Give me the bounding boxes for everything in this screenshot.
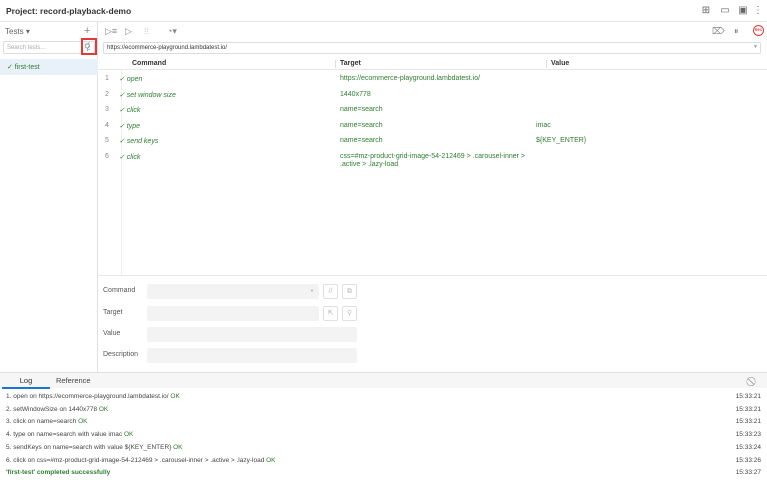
disable-breakpoints-icon[interactable]: ⌦ [712, 26, 725, 37]
log-entry: 1. open on https://ecommerce-playground.… [6, 393, 761, 405]
log-text: 2. setWindowSize on 1440x778 [6, 405, 99, 413]
row-number: 2 [105, 90, 109, 98]
log-status: OK [170, 393, 180, 400]
log-tabs: Log Reference ⃠ [0, 372, 767, 389]
base-url-input[interactable]: https://ecommerce-playground.lambdatest.… [103, 42, 761, 54]
row-number: 4 [105, 121, 109, 129]
log-time: 15:33:24 [735, 443, 761, 451]
row-target: name=search [340, 106, 383, 114]
row-target: css=#mz-product-grid-image-54-212469 > .… [340, 153, 526, 168]
log-status: OK [123, 431, 134, 439]
tests-sidebar: Tests ▾ + Search tests... ⚲ ✓ first-test [0, 22, 98, 372]
row-command: ✓ send keys [119, 138, 159, 146]
log-status: OK [78, 418, 88, 426]
add-test-button[interactable]: + [84, 25, 90, 37]
description-label: Description [103, 351, 139, 358]
target-input[interactable] [147, 306, 319, 321]
row-command: ✓ type [119, 122, 141, 130]
column-target: Target [340, 60, 361, 67]
row-number: 6 [105, 153, 109, 160]
log-time: 15:33:27 [735, 469, 761, 476]
log-status: OK [266, 456, 276, 464]
log-entry: 2. setWindowSize on 1440x778 OK 15:33:21 [6, 406, 761, 418]
command-input[interactable]: ▼ [147, 284, 319, 299]
log-text: 4. type on name=search with value imac [6, 431, 124, 439]
row-command: ✓ click [119, 107, 141, 115]
row-target: name=search [340, 121, 383, 129]
save-project-icon[interactable]: ▣ [737, 5, 749, 17]
table-row[interactable]: 2 ✓ set window size 1440x778 [98, 89, 767, 104]
tests-dropdown[interactable]: Tests ▾ [5, 27, 30, 36]
open-project-icon[interactable]: ▭ [719, 5, 731, 17]
log-text: 6. click on css=#mz-product-grid-image-5… [6, 456, 267, 464]
table-header: Command Target Value [98, 57, 767, 70]
more-options-icon[interactable]: ⋮ [752, 5, 764, 17]
chevron-down-icon[interactable]: ▼ [753, 44, 758, 50]
command-label: Command [103, 287, 136, 294]
row-value: ${KEY_ENTER} [536, 137, 587, 145]
row-number: 5 [105, 137, 109, 145]
find-target-button[interactable]: ⚲ [342, 306, 357, 321]
column-divider[interactable] [546, 60, 547, 68]
pause-icon[interactable]: ⏸ [734, 26, 739, 37]
run-test-icon[interactable]: ▷ [125, 26, 132, 37]
table-row[interactable]: 6 ✓ click css=#mz-product-grid-image-54-21… [98, 151, 767, 168]
table-row[interactable]: 1 ✓ open https://ecommerce-playground.lamb… [98, 73, 767, 88]
description-input[interactable] [147, 348, 357, 363]
toolbar: ▷≡ ▷ ⁞⁞ ◔▾ ⌦ ⏸ REC [98, 22, 767, 40]
column-value: Value [551, 60, 570, 67]
log-time: 15:33:21 [735, 418, 761, 426]
row-target: name=search [340, 137, 383, 145]
toggle-comment-button[interactable]: // [323, 284, 338, 299]
log-time: 15:33:21 [735, 405, 761, 413]
test-item-first-test[interactable]: ✓ first-test [0, 59, 98, 75]
log-time: 15:33:23 [735, 431, 761, 439]
select-target-button[interactable]: ⇱ [323, 306, 338, 321]
row-number: 3 [105, 106, 109, 114]
log-text: 3. click on name=search [6, 418, 79, 426]
command-editor: Command ▼ // ⧉ Target ⇱ ⚲ Value Descript… [98, 275, 767, 372]
log-time: 15:33:21 [735, 393, 761, 400]
step-icon[interactable]: ⁞⁞ [144, 26, 149, 36]
open-reference-button[interactable]: ⧉ [342, 284, 357, 299]
log-entry: 4. type on name=search with value imac O… [6, 431, 761, 443]
row-number: 1 [105, 75, 109, 82]
log-text: 1. open on https://ecommerce-playground.… [6, 393, 171, 400]
tab-log[interactable]: Log [2, 373, 50, 389]
row-command: ✓ open [119, 76, 143, 83]
project-title: Project: record-playback-demo [6, 6, 132, 16]
column-divider[interactable] [335, 60, 336, 68]
test-options-button[interactable]: ⋮ [81, 38, 97, 55]
row-command: ✓ click [119, 154, 141, 161]
run-all-tests-icon[interactable]: ▷≡ [105, 26, 117, 37]
log-status: OK [98, 405, 109, 413]
log-summary: 'first-test' completed successfully [6, 469, 111, 476]
table-row[interactable]: 3 ✓ click name=search [98, 104, 767, 119]
new-project-icon[interactable]: ⊞ [700, 5, 712, 17]
table-row[interactable]: 4 ✓ type name=search imac [98, 120, 767, 135]
table-row[interactable]: 5 ✓ send keys name=search ${KEY_ENTER} [98, 135, 767, 150]
tab-reference[interactable]: Reference [56, 373, 91, 389]
column-command: Command [132, 60, 167, 67]
row-target: https://ecommerce-playground.lambdatest.… [340, 75, 481, 82]
log-entry: 3. click on name=search OK 15:33:21 [6, 418, 761, 430]
row-value: imac [536, 121, 551, 129]
value-input[interactable] [147, 327, 357, 342]
speed-icon[interactable]: ◔▾ [167, 26, 177, 37]
target-label: Target [103, 309, 123, 316]
row-command: ✓ set window size [119, 91, 176, 99]
record-icon[interactable]: REC [753, 25, 764, 36]
log-entry: 6. click on css=#mz-product-grid-image-5… [6, 457, 761, 469]
log-time: 15:33:26 [735, 456, 761, 464]
title-bar: Project: record-playback-demo ⊞ ▭ ▣ ⋮ [0, 0, 767, 22]
value-label: Value [103, 330, 121, 337]
log-text: 5. sendKeys on name=search with value ${… [6, 443, 174, 451]
test-name: ✓ first-test [7, 64, 40, 71]
log-entry: 5. sendKeys on name=search with value ${… [6, 444, 761, 456]
row-target: 1440x778 [340, 90, 371, 98]
log-status: OK [173, 443, 183, 451]
